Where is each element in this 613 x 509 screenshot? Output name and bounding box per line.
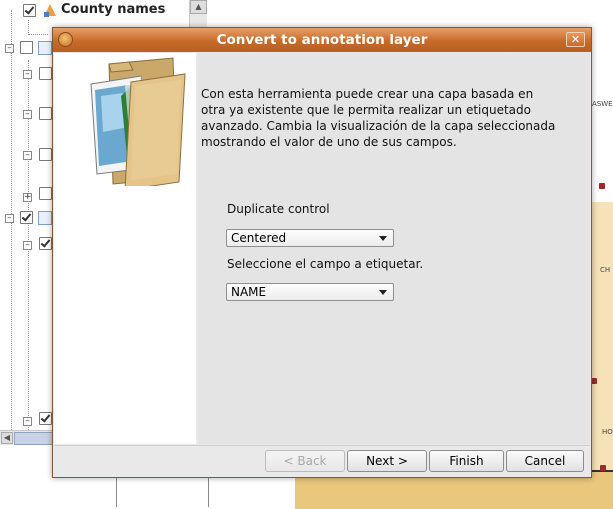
convert-annotation-dialog: Convert to annotation layer ✕ Con esta h… <box>52 27 592 478</box>
layer-checkbox[interactable] <box>39 237 52 250</box>
tree-line <box>28 34 48 35</box>
field-select-label: Seleccione el campo a etiquetar. <box>227 257 424 271</box>
collapse-icon[interactable]: – <box>23 110 32 119</box>
duplicate-control-value: Centered <box>231 231 287 245</box>
wizard-description: Con esta herramienta puede crear una cap… <box>201 87 556 149</box>
layer-checkbox[interactable] <box>20 41 33 54</box>
scroll-left-icon[interactable]: ◀ <box>1 432 13 444</box>
layer-checkbox[interactable] <box>39 412 52 425</box>
dialog-titlebar[interactable]: Convert to annotation layer ✕ <box>53 28 591 52</box>
duplicate-control-select[interactable]: Centered <box>226 229 394 247</box>
field-select[interactable]: NAME <box>226 283 394 301</box>
layer-checkbox[interactable] <box>20 211 33 224</box>
back-button[interactable]: < Back <box>265 450 345 472</box>
close-button[interactable]: ✕ <box>566 32 585 47</box>
expand-icon[interactable]: + <box>23 193 32 202</box>
map-feature <box>599 183 605 189</box>
layer-visibility-checkbox[interactable] <box>23 4 36 17</box>
layer-checkbox[interactable] <box>39 67 52 80</box>
layer-name: County names <box>61 2 166 17</box>
layer-checkbox[interactable] <box>39 148 52 161</box>
layer-group-icon <box>38 211 52 225</box>
wizard-content: Con esta herramienta puede crear una cap… <box>198 53 590 444</box>
field-select-value: NAME <box>231 285 267 299</box>
layer-group-icon <box>38 41 52 55</box>
dialog-button-bar: < Back Next > Finish Cancel <box>54 445 590 477</box>
layer-checkbox[interactable] <box>39 187 52 200</box>
map-label: HO <box>602 428 613 436</box>
finish-button[interactable]: Finish <box>429 450 504 472</box>
folder-icon <box>90 57 186 186</box>
dropdown-arrow-icon <box>379 236 387 241</box>
collapse-icon[interactable]: – <box>23 70 32 79</box>
cancel-button[interactable]: Cancel <box>506 450 584 472</box>
layer-type-icon <box>44 4 56 17</box>
collapse-icon[interactable]: – <box>23 241 32 250</box>
collapse-icon[interactable]: – <box>23 151 32 160</box>
collapse-icon[interactable]: – <box>5 214 14 223</box>
dropdown-arrow-icon <box>379 290 387 295</box>
collapse-icon[interactable]: – <box>5 44 14 53</box>
layer-checkbox[interactable] <box>39 107 52 120</box>
collapse-icon[interactable]: – <box>23 417 32 426</box>
scroll-up-icon[interactable]: ▲ <box>190 0 207 14</box>
map-label: ASWE <box>592 100 613 108</box>
map-feature <box>600 465 606 471</box>
duplicate-control-label: Duplicate control <box>227 202 330 216</box>
next-button[interactable]: Next > <box>347 450 427 472</box>
map-label: CH <box>600 266 611 274</box>
app-icon <box>58 32 73 47</box>
dialog-title: Convert to annotation layer <box>216 32 428 48</box>
tree-line <box>28 20 29 35</box>
wizard-image-panel <box>54 53 196 444</box>
